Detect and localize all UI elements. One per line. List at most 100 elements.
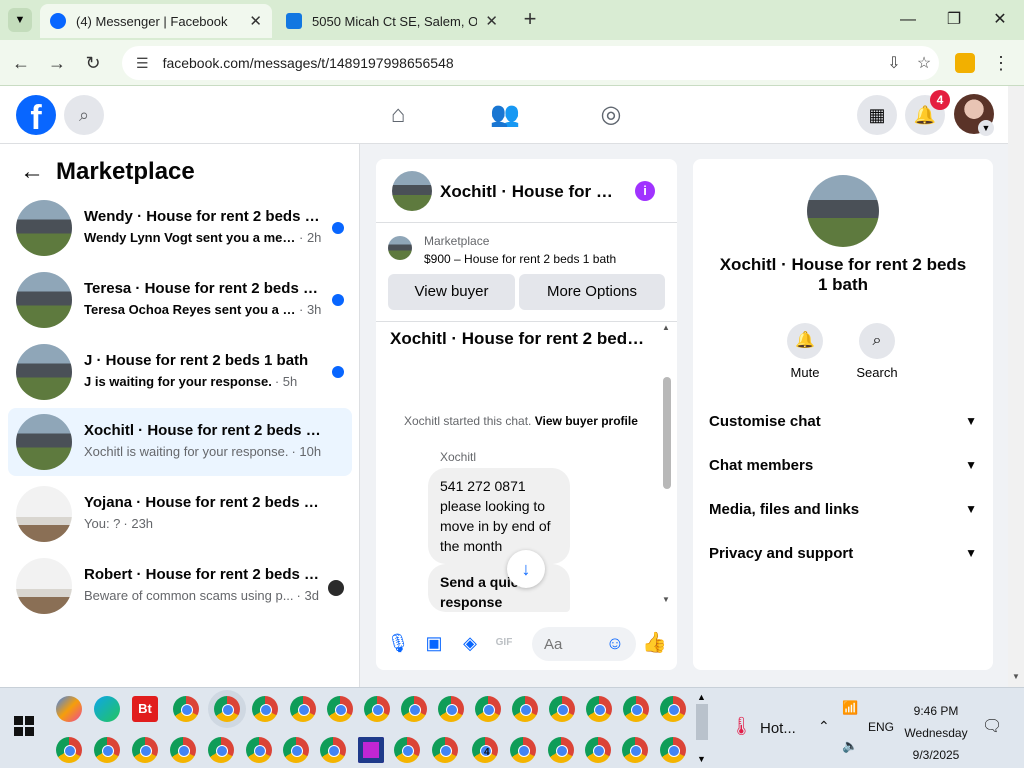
install-app-icon[interactable]: ⇩ <box>879 53 909 73</box>
menu-grid-icon[interactable]: ▦ <box>857 95 897 135</box>
chrome-icon[interactable] <box>327 696 353 722</box>
chrome-icon[interactable] <box>548 737 574 763</box>
maximize-icon[interactable]: ❐ <box>942 8 966 32</box>
close-tab-icon[interactable]: ✕ <box>485 12 498 30</box>
site-info-icon[interactable]: ☰ <box>136 55 149 72</box>
close-window-icon[interactable]: ✕ <box>988 8 1012 32</box>
close-tab-icon[interactable]: ✕ <box>249 12 262 30</box>
conversation-item[interactable]: Robert · House for rent 2 beds 1... Bewa… <box>8 552 352 620</box>
chrome-icon[interactable] <box>475 696 501 722</box>
chrome-icon[interactable] <box>549 696 575 722</box>
facebook-logo[interactable]: f <box>16 95 56 137</box>
listing-price[interactable]: $900 – House for rent 2 beds 1 bath <box>424 252 616 266</box>
notifications-icon[interactable]: 🗨 <box>982 716 1002 736</box>
page-scrollbar[interactable]: ▼ <box>1008 86 1024 687</box>
like-thumb-icon[interactable]: 👍 <box>642 631 667 655</box>
quick-response-bubble[interactable]: Send a quick response <box>428 564 570 612</box>
start-windows-icon[interactable] <box>14 716 34 736</box>
chrome-icon[interactable] <box>132 737 158 763</box>
bookmark-star-icon[interactable]: ☆ <box>909 53 939 73</box>
conversation-item-selected[interactable]: Xochitl · House for rent 2 beds 1 b... X… <box>8 408 352 476</box>
chrome-icon[interactable] <box>320 737 346 763</box>
chrome-icon[interactable] <box>660 696 686 722</box>
view-buyer-profile-link[interactable]: View buyer profile <box>535 414 638 428</box>
chrome-icon[interactable] <box>401 696 427 722</box>
conversation-item[interactable]: Yojana · House for rent 2 beds 1 ba... Y… <box>8 480 352 548</box>
privacy-support-section[interactable]: Privacy and support ▼ <box>709 541 977 565</box>
address-bar[interactable]: ☰ facebook.com/messages/t/14891979986565… <box>122 46 939 80</box>
chrome-icon[interactable] <box>622 737 648 763</box>
new-tab-button[interactable]: + <box>518 8 542 32</box>
friends-icon[interactable]: 👥 <box>490 100 520 130</box>
customise-chat-section[interactable]: Customise chat ▼ <box>709 409 977 433</box>
conversation-item[interactable]: J · House for rent 2 beds 1 bath J is wa… <box>8 338 352 406</box>
taskbar-scroll-up-icon[interactable]: ▲ <box>697 692 706 702</box>
language-indicator[interactable]: ENG <box>868 720 894 734</box>
search-icon[interactable]: ⌕ <box>64 95 104 135</box>
scroll-up-arrow-icon[interactable]: ▲ <box>662 323 670 332</box>
info-icon[interactable]: i <box>635 181 655 201</box>
scroll-down-arrow-icon[interactable]: ▼ <box>662 595 670 604</box>
chrome-icon[interactable] <box>510 737 536 763</box>
conversation-item[interactable]: Wendy · House for rent 2 beds 1 ... Wend… <box>8 194 352 262</box>
chrome-icon[interactable] <box>512 696 538 722</box>
minimize-icon[interactable]: — <box>896 8 920 32</box>
copilot-icon[interactable] <box>56 696 82 722</box>
microphone-icon[interactable]: 🎙 <box>386 631 410 655</box>
app-icon[interactable] <box>358 737 384 763</box>
chrome-icon[interactable] <box>394 737 420 763</box>
chrome-icon[interactable] <box>586 696 612 722</box>
back-arrow-icon[interactable]: ← <box>20 158 44 186</box>
edge-icon[interactable] <box>94 696 120 722</box>
chrome-icon[interactable] <box>208 737 234 763</box>
chrome-icon[interactable] <box>364 696 390 722</box>
chrome-icon[interactable] <box>290 696 316 722</box>
wifi-icon[interactable]: 📶 <box>842 700 858 716</box>
media-files-links-section[interactable]: Media, files and links ▼ <box>709 497 977 521</box>
chat-title[interactable]: Xochitl · House for re... <box>440 182 618 202</box>
chrome-icon[interactable] <box>252 696 278 722</box>
chrome-icon[interactable] <box>56 737 82 763</box>
tab-search-button[interactable]: ▼ <box>8 8 32 32</box>
weather-thermometer-icon[interactable]: 🌡 <box>730 716 753 737</box>
menu-kebab-icon[interactable]: ⋮ <box>988 50 1014 76</box>
home-icon[interactable]: ⌂ <box>383 100 413 130</box>
tab-messenger[interactable]: (4) Messenger | Facebook ✕ <box>40 4 272 38</box>
mute-button[interactable]: 🔔 Mute <box>769 323 841 380</box>
search-button[interactable]: ⌕ Search <box>841 323 913 380</box>
conversation-item[interactable]: Teresa · House for rent 2 beds 1 ... Ter… <box>8 266 352 334</box>
chrome-icon[interactable] <box>438 696 464 722</box>
chrome-icon[interactable] <box>170 737 196 763</box>
chrome-icon[interactable] <box>585 737 611 763</box>
taskbar-scrollbar-thumb[interactable] <box>696 704 708 740</box>
scrollbar-thumb[interactable] <box>663 377 671 489</box>
groups-icon[interactable]: ◎ <box>596 100 626 130</box>
forward-icon[interactable]: → <box>44 50 70 76</box>
chat-members-section[interactable]: Chat members ▼ <box>709 453 977 477</box>
taskbar-scroll-down-icon[interactable]: ▼ <box>697 754 706 764</box>
show-hidden-icons[interactable]: ⌃ <box>818 718 830 735</box>
weather-label[interactable]: Hot... <box>760 720 796 737</box>
clock[interactable]: 9:46 PM Wednesday 9/3/2025 <box>904 700 968 766</box>
chrome-icon[interactable] <box>283 737 309 763</box>
chrome-icon[interactable] <box>173 696 199 722</box>
thread-scrollbar[interactable] <box>663 327 671 599</box>
gif-icon[interactable]: GIF <box>492 631 516 655</box>
emoji-icon[interactable]: ☺ <box>603 631 627 655</box>
chrome-icon[interactable] <box>623 696 649 722</box>
sticker-icon[interactable]: ◈ <box>458 631 482 655</box>
extension-icon[interactable] <box>955 53 975 73</box>
chrome-icon[interactable] <box>432 737 458 763</box>
chrome-icon[interactable] <box>214 696 240 722</box>
volume-icon[interactable]: 🔈 <box>842 738 858 754</box>
view-buyer-button[interactable]: View buyer <box>388 274 515 310</box>
tab-zillow[interactable]: 5050 Micah Ct SE, Salem, OR 97 ✕ <box>276 4 508 38</box>
back-icon[interactable]: ← <box>8 50 34 76</box>
more-options-button[interactable]: More Options <box>519 274 665 310</box>
scroll-to-bottom-icon[interactable]: ↓ <box>507 550 545 588</box>
chrome-icon[interactable] <box>246 737 272 763</box>
chat-avatar[interactable] <box>392 171 432 211</box>
chrome-icon[interactable] <box>660 737 686 763</box>
account-chevron-icon[interactable]: ▼ <box>978 120 994 136</box>
scroll-down-arrow-icon[interactable]: ▼ <box>1012 672 1020 681</box>
